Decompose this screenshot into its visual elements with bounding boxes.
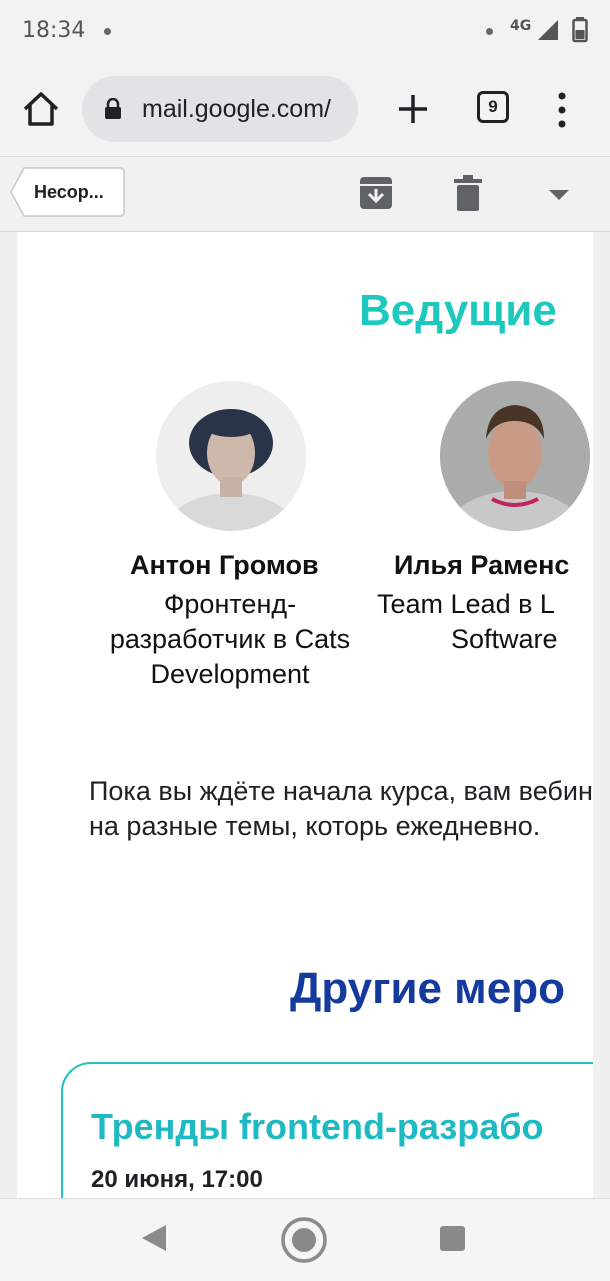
- host-role-line: Software: [451, 624, 558, 654]
- host-role: Фронтенд-разработчик в Cats Development: [109, 589, 351, 689]
- new-tab-icon[interactable]: [394, 90, 432, 128]
- event-date: 20 июня, 17:00: [91, 1166, 263, 1193]
- host-name: Илья Раменс: [394, 550, 570, 580]
- home-circle-icon[interactable]: [280, 1216, 328, 1264]
- back-icon[interactable]: [140, 1223, 168, 1253]
- trash-icon[interactable]: [450, 173, 486, 213]
- tab-switcher-button[interactable]: 9: [477, 91, 509, 123]
- status-bar: 18:34 4G: [0, 0, 610, 64]
- home-icon[interactable]: [20, 88, 62, 130]
- host-name: Антон Громов: [130, 550, 319, 580]
- promo-text: Пока вы ждёте начала курса, вам вебинары…: [89, 776, 593, 841]
- host-avatar: [156, 381, 306, 531]
- url-text: mail.google.com/: [142, 95, 331, 123]
- host-photo-illustration: [156, 381, 306, 531]
- hosts-heading: Ведущие: [359, 286, 557, 335]
- host-avatar: [440, 381, 590, 531]
- event-card[interactable]: Тренды frontend-разрабо 20 июня, 17:00: [61, 1062, 593, 1198]
- battery-icon: [572, 17, 588, 43]
- email-body: Ведущие Антон Громов Фронтенд-разработчи…: [17, 232, 593, 1198]
- signal-icon: [538, 20, 558, 40]
- network-type: 4G: [510, 18, 532, 34]
- chevron-down-icon[interactable]: [546, 185, 572, 205]
- notification-dot-icon: [486, 28, 493, 35]
- host-photo-illustration: [440, 381, 590, 531]
- host-role: Team Lead в L Software: [377, 587, 593, 657]
- event-title[interactable]: Тренды frontend-разрабо: [91, 1106, 544, 1148]
- host-role-line: Team Lead в L: [377, 589, 555, 619]
- back-label: Несор...: [34, 182, 104, 202]
- browser-toolbar: mail.google.com/ 9: [0, 64, 610, 156]
- lock-icon: [105, 98, 121, 119]
- gmail-toolbar: Несор...: [0, 156, 610, 232]
- address-bar[interactable]: mail.google.com/: [82, 76, 358, 142]
- system-nav-bar: [0, 1198, 610, 1281]
- archive-icon[interactable]: [358, 173, 394, 213]
- notification-dot-icon: [104, 28, 111, 35]
- recent-apps-icon[interactable]: [440, 1226, 465, 1251]
- back-to-folder-button[interactable]: Несор...: [10, 167, 126, 217]
- other-events-heading: Другие меро: [290, 964, 565, 1013]
- kebab-menu-icon[interactable]: [552, 90, 572, 130]
- clock: 18:34: [22, 18, 86, 43]
